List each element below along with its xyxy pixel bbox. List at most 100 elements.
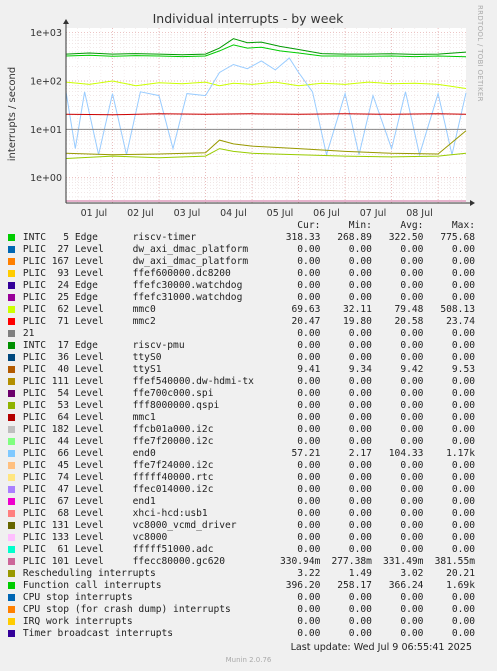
legend-max: 0.00: [451, 376, 475, 387]
legend-swatch: [0, 532, 23, 544]
legend-max: 0.00: [451, 460, 475, 471]
legend-label: PLIC 25 Edge ffefc31000.watchdog: [22, 292, 243, 303]
legend-color-swatch: [7, 257, 15, 265]
legend-swatch: [0, 544, 23, 556]
legend-max: 0.00: [451, 592, 475, 603]
legend-avg: 0.00: [400, 472, 424, 483]
x-tick-label: 06 Jul: [313, 208, 340, 219]
legend-cur: 0.00: [297, 520, 321, 531]
legend-min: 9.34: [348, 364, 372, 375]
legend-swatch: [0, 592, 23, 604]
legend-row: PLIC 101 Level ffecc80000.gc620 330.94m 27…: [0, 556, 497, 568]
legend-avg: 79.48: [394, 304, 424, 315]
legend-avg: 0.00: [400, 268, 424, 279]
legend-max: 0.00: [451, 532, 475, 543]
legend-cur: 0.00: [297, 460, 321, 471]
legend-max: 1.17k: [446, 448, 475, 459]
legend-label: PLIC 40 Level ttyS1: [22, 364, 162, 375]
legend-label: PLIC 54 Level ffe700c000.spi: [22, 388, 214, 399]
legend-cur: 0.00: [297, 424, 321, 435]
legend-label: PLIC 61 Level fffff51000.adc: [22, 544, 214, 555]
legend-cur: 0.00: [297, 604, 321, 615]
legend-swatch: [0, 292, 23, 304]
legend-cur: 0.00: [297, 496, 321, 507]
legend-label: PLIC 74 Level fffff40000.rtc: [22, 472, 214, 483]
legend-max: 0.00: [451, 340, 475, 351]
legend-header-max: Max:: [451, 220, 475, 231]
legend-label: INTC 17 Edge riscv-pmu: [22, 340, 185, 351]
legend-avg: 0.00: [400, 616, 424, 627]
y-tick-label: 1e+03: [30, 28, 62, 39]
munin-version: Munin 2.0.76: [225, 656, 272, 664]
legend-row: Timer broadcast interrupts 0.00 0.00 0.00 0.…: [0, 628, 497, 640]
legend-swatch: [0, 280, 23, 292]
legend-color-swatch: [7, 545, 15, 553]
legend-max: 0.00: [451, 400, 475, 411]
legend-table: Cur: Min: Avg: Max: INTC 5 Edge riscv-ti…: [0, 220, 497, 640]
legend-min: 0.00: [348, 544, 372, 555]
legend-min: 0.00: [348, 412, 372, 423]
legend-row: PLIC 133 Level vc8000 0.00 0.00 0.00 0.00: [0, 532, 497, 544]
y-axis-arrow: [63, 19, 69, 24]
legend-color-swatch: [7, 557, 15, 565]
legend-cur: 0.00: [297, 292, 321, 303]
legend-color-swatch: [7, 233, 15, 241]
legend-avg: 0.00: [400, 592, 424, 603]
legend-row: IRQ work interrupts 0.00 0.00 0.00 0.00: [0, 616, 497, 628]
legend-row: PLIC 36 Level ttyS0 0.00 0.00 0.00 0.00: [0, 352, 497, 364]
legend-cur: 0.00: [297, 400, 321, 411]
legend-swatch: [0, 628, 23, 640]
legend-swatch: [0, 328, 23, 340]
legend-cur: 0.00: [297, 628, 321, 639]
y-tick-labels: 1e+00 1e+01 1e+02 1e+03: [30, 28, 62, 184]
legend-max: 9.53: [451, 364, 475, 375]
legend-min: 0.00: [348, 592, 372, 603]
legend-color-swatch: [7, 509, 15, 517]
legend-label: PLIC 101 Level ffecc80000.gc620: [22, 556, 226, 567]
legend-row: PLIC 25 Edge ffefc31000.watchdog 0.00 0.00…: [0, 292, 497, 304]
legend-min: 268.89: [337, 232, 372, 243]
x-tick-label: 01 Jul: [81, 208, 108, 219]
legend-row: PLIC 68 Level xhci-hcd:usb1 0.00 0.00 0.00 0…: [0, 508, 497, 520]
legend-cur: 0.00: [297, 472, 321, 483]
legend-avg: 0.00: [400, 628, 424, 639]
legend-min: 0.00: [348, 256, 372, 267]
legend-swatch: [0, 424, 23, 436]
legend-row: PLIC 45 Level ffe7f24000.i2c 0.00 0.00 0.00…: [0, 460, 497, 472]
legend-min: 0.00: [348, 496, 372, 507]
legend-label: PLIC 24 Edge ffefc30000.watchdog: [22, 280, 243, 291]
legend-avg: 0.00: [400, 328, 424, 339]
legend-cur: 0.00: [297, 616, 321, 627]
legend-row: CPU stop interrupts 0.00 0.00 0.00 0.00: [0, 592, 497, 604]
x-tick-label: 05 Jul: [267, 208, 294, 219]
legend-color-swatch: [7, 569, 15, 577]
legend-max: 0.00: [451, 280, 475, 291]
legend-label: PLIC 62 Level mmc0: [22, 304, 156, 315]
legend-max: 23.74: [446, 316, 475, 327]
legend-avg: 0.00: [400, 544, 424, 555]
chart-title: Individual interrupts - by week: [153, 11, 345, 26]
legend-cur: 0.00: [297, 508, 321, 519]
legend-swatch: [0, 256, 23, 268]
legend-avg: 366.24: [388, 580, 424, 591]
legend-swatch: [0, 412, 23, 424]
legend-header-cur: Cur:: [297, 220, 321, 231]
legend-label: PLIC 64 Level mmc1: [22, 412, 156, 423]
legend-color-swatch: [7, 269, 15, 277]
legend-swatch: [0, 376, 23, 388]
legend-max: 0.00: [451, 508, 475, 519]
y-axis-label: interrupts / second: [7, 67, 18, 161]
legend-min: 0.00: [348, 616, 372, 627]
legend-max: 0.00: [451, 244, 475, 255]
legend-max: 0.00: [451, 604, 475, 615]
legend-avg: 0.00: [400, 460, 424, 471]
legend-row: INTC 17 Edge riscv-pmu 0.00 0.00 0.00 0.00: [0, 340, 497, 352]
legend-swatch: [0, 436, 23, 448]
x-tick-label: 08 Jul: [406, 208, 433, 219]
legend-avg: 0.00: [400, 532, 424, 543]
legend-max: 20.21: [446, 568, 475, 579]
legend-swatch: [0, 472, 23, 484]
legend-header-row: Cur: Min: Avg: Max:: [0, 220, 497, 232]
legend-row: 21 0.00 0.00 0.00 0.00: [0, 328, 497, 340]
legend-min: 0.00: [348, 328, 372, 339]
